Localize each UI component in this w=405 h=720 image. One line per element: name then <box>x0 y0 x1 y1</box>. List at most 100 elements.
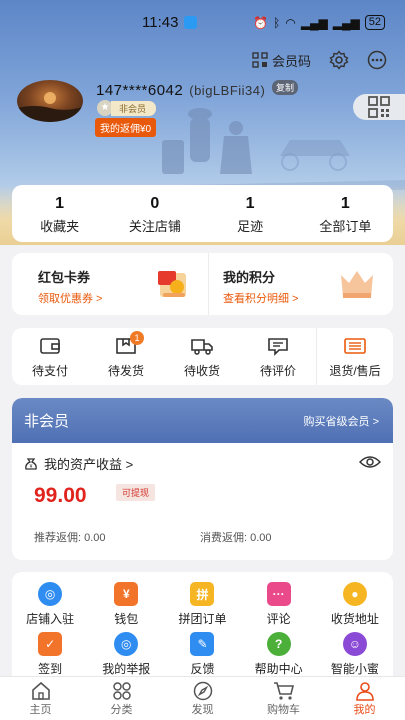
order-label: 待收货 <box>183 364 220 378</box>
help-icon: ? <box>266 632 291 656</box>
referral-rebate: 推荐返佣: 0.00 <box>34 532 106 544</box>
tab-cart[interactable]: 购物车 <box>243 677 324 720</box>
stat-favorites[interactable]: 1 收藏夹 <box>12 185 107 242</box>
service-label: 智能小蜜 <box>330 662 379 676</box>
stat-all-orders[interactable]: 1 全部订单 <box>298 185 393 242</box>
service-help[interactable]: ? 帮助中心 <box>241 632 317 682</box>
stat-value: 0 <box>150 195 160 212</box>
tab-label: 分类 <box>110 704 133 716</box>
stats-card: 1 收藏夹 0 关注店铺 1 足迹 1 全部订单 <box>12 185 393 242</box>
stat-label: 足迹 <box>237 219 264 234</box>
cart-icon <box>273 682 294 700</box>
tab-profile[interactable]: 我的 <box>324 677 405 720</box>
consume-rebate: 消费返佣: 0.00 <box>200 532 272 544</box>
service-label: 拼团订单 <box>178 612 227 626</box>
bluetooth-icon: ᛒ <box>273 15 281 30</box>
battery-icon: 52 <box>364 15 385 30</box>
money-bag-icon: ¥ <box>25 457 37 470</box>
service-feedback[interactable]: ✎ 反馈 <box>164 632 240 682</box>
4g-signal-icon: ▂▄▆ <box>300 15 328 30</box>
member-level-badge: ★ 非会员 <box>97 100 157 116</box>
5g-signal-icon: ▂▄▆ <box>332 15 360 30</box>
home-icon <box>31 681 50 700</box>
tab-home[interactable]: 主页 <box>0 677 81 720</box>
service-label: 收货地址 <box>330 612 379 626</box>
member-code-icon <box>252 52 268 68</box>
service-store-join[interactable]: ◎ 店铺入驻 <box>12 582 88 632</box>
services-card: ◎ 店铺入驻 ¥ 钱包 拼拼团订单 ··· 评论 ● 收货地址 ✓ 签到 ◎ 我的举报 ✎ 反馈? 帮助中心 ☺… <box>12 572 393 687</box>
member-code-label: 会员码 <box>271 53 311 69</box>
qr-code-icon <box>368 96 390 118</box>
promo-card: 红包卡券 领取优惠券 > 我的积分 查看积分明细 > <box>12 253 393 315</box>
tab-category[interactable]: 分类 <box>81 677 162 720</box>
asset-income-link[interactable]: ¥ 我的资产收益 > <box>24 454 133 473</box>
comment-icon: ··· <box>266 582 291 606</box>
category-icon <box>112 682 131 700</box>
service-label: 帮助中心 <box>254 662 303 676</box>
tab-label: 发现 <box>191 704 214 716</box>
order-refund[interactable]: 退货/售后 <box>316 328 393 385</box>
checkin-icon: ✓ <box>38 632 63 656</box>
more-messages-icon[interactable] <box>367 50 387 70</box>
stat-followed-stores[interactable]: 0 关注店铺 <box>107 185 202 242</box>
username: 147****6042 (bigLBFii34) <box>96 82 265 99</box>
asset-amount: 99.00 <box>34 484 87 507</box>
wifi-icon: ◠ <box>285 15 296 30</box>
points-entry[interactable]: 我的积分 查看积分明细 > <box>208 253 393 315</box>
stat-value: 1 <box>245 195 255 212</box>
stat-label: 收藏夹 <box>40 219 80 234</box>
qr-code-button[interactable] <box>353 94 405 120</box>
red-packet-icon <box>158 271 186 297</box>
refund-icon <box>344 338 366 354</box>
settings-icon[interactable] <box>329 50 349 70</box>
order-pending-review[interactable]: 待评价 <box>240 328 316 385</box>
order-badge: 1 <box>130 331 144 345</box>
order-pending-shipment[interactable]: 1 待发货 <box>88 328 164 385</box>
services-grid: ◎ 店铺入驻 ¥ 钱包 拼拼团订单 ··· 评论 ● 收货地址 ✓ 签到 ◎ 我的举报 ✎ 反馈? 帮助中心 ☺… <box>12 572 393 682</box>
service-comment[interactable]: ··· 评论 <box>241 582 317 632</box>
alarm-icon: ⏰ <box>253 15 269 30</box>
order-label: 退货/售后 <box>329 364 381 378</box>
buy-membership-link[interactable]: 购买省级会员 > <box>304 413 379 429</box>
member-code-button[interactable]: 会员码 <box>252 51 311 70</box>
report-icon: ◎ <box>114 632 139 656</box>
wallet-icon <box>40 338 60 354</box>
service-assistant[interactable]: ☺ 智能小蜜 <box>317 632 393 682</box>
order-pending-payment[interactable]: 待支付 <box>12 328 88 385</box>
avatar[interactable] <box>17 80 83 122</box>
service-checkin[interactable]: ✓ 签到 <box>12 632 88 682</box>
eye-icon[interactable] <box>359 455 381 469</box>
service-label: 评论 <box>266 612 291 626</box>
tab-discover[interactable]: 发现 <box>162 677 243 720</box>
avatar-image <box>17 92 83 122</box>
profile-icon <box>355 682 374 701</box>
status-bar: 11:43 ⏰ ᛒ ◠ ▂▄▆ ▂▄▆ 52 <box>0 0 405 44</box>
notification-icon <box>184 16 197 29</box>
order-label: 待发货 <box>107 364 144 378</box>
service-address[interactable]: ● 收货地址 <box>317 582 393 632</box>
crown-icon <box>341 271 373 298</box>
service-label: 反馈 <box>190 662 215 676</box>
order-label: 待评价 <box>259 364 296 378</box>
bottom-tab-bar: 主页 分类 发现 购物车 我的 <box>0 676 405 720</box>
wallet-icon: ¥ <box>114 582 139 606</box>
service-report[interactable]: ◎ 我的举报 <box>88 632 164 682</box>
coupon-entry[interactable]: 红包卡券 领取优惠券 > <box>12 253 208 315</box>
withdrawable-badge: 可提现 <box>116 484 156 501</box>
service-group-order[interactable]: 拼拼团订单 <box>164 582 240 632</box>
stat-value: 1 <box>340 195 350 212</box>
assistant-icon: ☺ <box>342 632 367 656</box>
svg-text:¥: ¥ <box>30 464 33 470</box>
status-time: 11:43 <box>142 14 179 31</box>
group-order-icon: 拼 <box>190 582 215 606</box>
truck-icon <box>191 339 213 355</box>
phone-number: 147****6042 <box>96 82 184 99</box>
copy-button[interactable]: 复制 <box>272 80 299 95</box>
stat-footprints[interactable]: 1 足迹 <box>203 185 298 242</box>
service-wallet[interactable]: ¥ 钱包 <box>88 582 164 632</box>
service-label: 签到 <box>38 662 63 676</box>
rebate-badge[interactable]: 我的返佣¥0 <box>95 118 157 137</box>
membership-status: 非会员 <box>24 413 70 430</box>
store-join-icon: ◎ <box>38 582 63 606</box>
order-pending-receipt[interactable]: 待收货 <box>164 328 240 385</box>
